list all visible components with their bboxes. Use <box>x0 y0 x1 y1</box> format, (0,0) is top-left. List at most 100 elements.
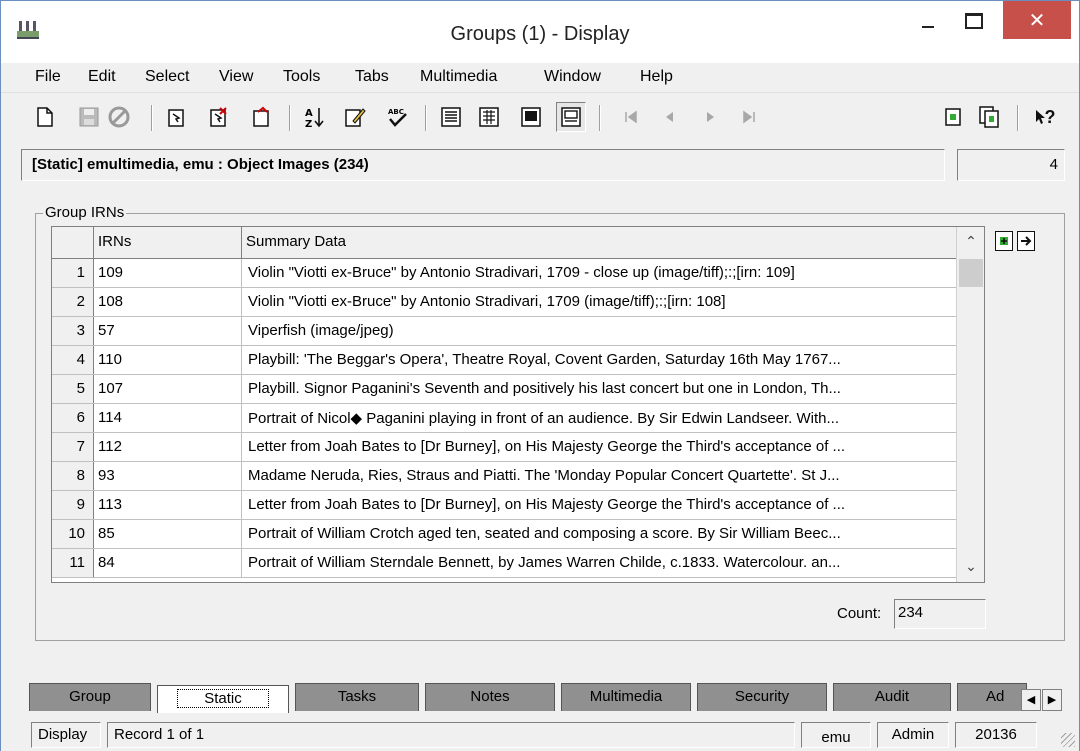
delete-selection-icon[interactable] <box>207 105 231 129</box>
table-row[interactable]: 10 85 Portrait of William Crotch aged te… <box>52 520 956 549</box>
irn-cell[interactable]: 110 <box>94 346 242 374</box>
summary-cell[interactable]: Portrait of William Sterndale Bennett, b… <box>242 549 956 577</box>
menu-tabs[interactable]: Tabs <box>355 68 389 86</box>
tab-strip: Group Static Tasks Notes Multimedia Secu… <box>21 683 1065 713</box>
table-row[interactable]: 11 84 Portrait of William Sterndale Benn… <box>52 549 956 578</box>
details-view-icon[interactable] <box>439 105 463 129</box>
irn-cell[interactable]: 84 <box>94 549 242 577</box>
summary-cell[interactable]: Playbill: 'The Beggar's Opera', Theatre … <box>242 346 956 374</box>
summary-cell[interactable]: Portrait of Nicol◆ Paganini playing in f… <box>242 404 956 432</box>
save-icon[interactable] <box>77 105 101 129</box>
chevron-up-icon[interactable]: ⌃ <box>957 227 984 257</box>
table-row[interactable]: 3 57 Viperfish (image/jpeg) <box>52 317 956 346</box>
row-number[interactable]: 7 <box>52 433 94 461</box>
page-view-icon[interactable] <box>519 105 543 129</box>
irn-cell[interactable]: 57 <box>94 317 242 345</box>
row-number[interactable]: 6 <box>52 404 94 432</box>
grid-vertical-scrollbar[interactable]: ⌃ ⌄ <box>956 227 984 582</box>
column-header-irns[interactable]: IRNs <box>94 227 242 259</box>
spellcheck-icon[interactable]: ABC <box>385 105 409 129</box>
attach-record-icon[interactable] <box>941 105 965 129</box>
scrollbar-thumb[interactable] <box>959 259 983 287</box>
last-record-icon[interactable] <box>737 105 761 129</box>
table-row[interactable]: 9 113 Letter from Joah Bates to [Dr Burn… <box>52 491 956 520</box>
summary-cell[interactable]: Violin "Viotti ex-Bruce" by Antonio Stra… <box>242 288 956 316</box>
irn-cell[interactable]: 85 <box>94 520 242 548</box>
record-count-top: 4 <box>957 149 1065 181</box>
summary-cell[interactable]: Letter from Joah Bates to [Dr Burney], o… <box>242 491 956 519</box>
tab-audit[interactable]: Audit <box>833 683 951 711</box>
tab-tasks[interactable]: Tasks <box>295 683 419 711</box>
attach-row-icon[interactable] <box>1017 231 1035 251</box>
tab-ad[interactable]: Ad <box>957 683 1027 711</box>
irn-cell[interactable]: 109 <box>94 259 242 287</box>
tab-group[interactable]: Group <box>29 683 151 711</box>
image-view-icon[interactable] <box>556 102 586 132</box>
app-window: Groups (1) - Display ✕ File Edit Select … <box>0 0 1080 751</box>
table-row[interactable]: 2 108 Violin "Viotti ex-Bruce" by Antoni… <box>52 288 956 317</box>
menu-bar: File Edit Select View Tools Tabs Multime… <box>1 63 1079 93</box>
row-number[interactable]: 8 <box>52 462 94 490</box>
menu-edit[interactable]: Edit <box>88 68 116 86</box>
new-document-icon[interactable] <box>33 105 57 129</box>
summary-cell[interactable]: Viperfish (image/jpeg) <box>242 317 956 345</box>
summary-cell[interactable]: Madame Neruda, Ries, Straus and Piatti. … <box>242 462 956 490</box>
edit-note-icon[interactable] <box>343 105 367 129</box>
table-row[interactable]: 1 109 Violin "Viotti ex-Bruce" by Antoni… <box>52 259 956 288</box>
tab-scroll-right-icon[interactable]: ▶ <box>1042 689 1062 711</box>
summary-cell[interactable]: Violin "Viotti ex-Bruce" by Antonio Stra… <box>242 259 956 287</box>
table-row[interactable]: 7 112 Letter from Joah Bates to [Dr Burn… <box>52 433 956 462</box>
menu-tools[interactable]: Tools <box>283 68 320 86</box>
grid-corner[interactable] <box>52 227 94 259</box>
row-number[interactable]: 1 <box>52 259 94 287</box>
table-row[interactable]: 6 114 Portrait of Nicol◆ Paganini playin… <box>52 404 956 433</box>
next-record-icon[interactable] <box>699 105 723 129</box>
row-number[interactable]: 5 <box>52 375 94 403</box>
row-number[interactable]: 10 <box>52 520 94 548</box>
row-number[interactable]: 11 <box>52 549 94 577</box>
table-row[interactable]: 4 110 Playbill: 'The Beggar's Opera', Th… <box>52 346 956 375</box>
select-record-icon[interactable] <box>165 105 189 129</box>
menu-file[interactable]: File <box>35 68 61 86</box>
column-header-summary[interactable]: Summary Data <box>242 227 956 259</box>
list-view-icon[interactable] <box>477 105 501 129</box>
menu-select[interactable]: Select <box>145 68 189 86</box>
prev-record-icon[interactable] <box>657 105 681 129</box>
table-row[interactable]: 8 93 Madame Neruda, Ries, Straus and Pia… <box>52 462 956 491</box>
row-number[interactable]: 3 <box>52 317 94 345</box>
tab-multimedia[interactable]: Multimedia <box>561 683 691 711</box>
summary-cell[interactable]: Portrait of William Crotch aged ten, sea… <box>242 520 956 548</box>
insert-row-icon[interactable] <box>995 231 1013 251</box>
menu-view[interactable]: View <box>219 68 253 86</box>
minimize-button[interactable] <box>905 1 951 41</box>
table-row[interactable]: 5 107 Playbill. Signor Paganini's Sevent… <box>52 375 956 404</box>
close-button[interactable]: ✕ <box>1003 1 1071 39</box>
irn-cell[interactable]: 93 <box>94 462 242 490</box>
resize-grip-icon[interactable] <box>1061 733 1075 747</box>
tab-notes[interactable]: Notes <box>425 683 555 711</box>
irn-cell[interactable]: 107 <box>94 375 242 403</box>
cancel-icon[interactable] <box>107 105 131 129</box>
tab-security[interactable]: Security <box>697 683 827 711</box>
irn-cell[interactable]: 108 <box>94 288 242 316</box>
chevron-down-icon[interactable]: ⌄ <box>957 552 984 582</box>
irn-cell[interactable]: 112 <box>94 433 242 461</box>
sort-az-icon[interactable]: AZ <box>303 105 327 129</box>
row-number[interactable]: 2 <box>52 288 94 316</box>
first-record-icon[interactable] <box>619 105 643 129</box>
row-number[interactable]: 4 <box>52 346 94 374</box>
summary-cell[interactable]: Playbill. Signor Paganini's Seventh and … <box>242 375 956 403</box>
irn-cell[interactable]: 113 <box>94 491 242 519</box>
row-number[interactable]: 9 <box>52 491 94 519</box>
irn-cell[interactable]: 114 <box>94 404 242 432</box>
tab-scroll-left-icon[interactable]: ◀ <box>1021 689 1041 711</box>
context-help-icon[interactable]: ? <box>1033 105 1057 129</box>
record-up-icon[interactable] <box>249 105 273 129</box>
menu-help[interactable]: Help <box>640 68 673 86</box>
menu-multimedia[interactable]: Multimedia <box>420 68 497 86</box>
maximize-button[interactable] <box>951 1 997 41</box>
copy-record-icon[interactable] <box>977 105 1001 129</box>
menu-window[interactable]: Window <box>544 68 601 86</box>
tab-static[interactable]: Static <box>157 685 289 713</box>
summary-cell[interactable]: Letter from Joah Bates to [Dr Burney], o… <box>242 433 956 461</box>
